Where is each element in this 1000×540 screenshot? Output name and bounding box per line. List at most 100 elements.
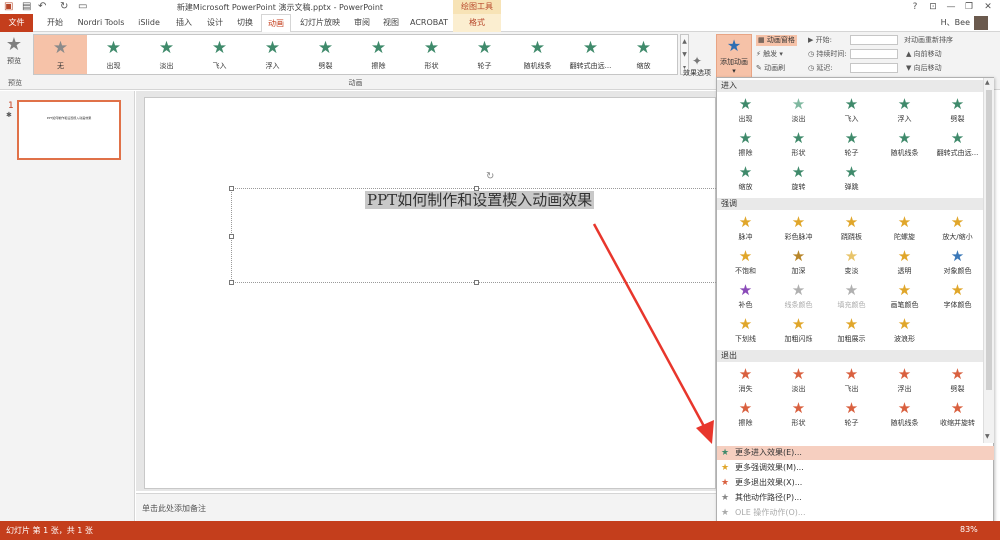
- effect-item[interactable]: ★ 波浪形: [878, 314, 931, 346]
- gallery-item[interactable]: ★ 轮子: [458, 35, 511, 74]
- effect-item[interactable]: ★ 陀螺旋: [878, 212, 931, 244]
- zoom-level[interactable]: 83%: [960, 525, 978, 534]
- effect-item[interactable]: ★ 下划线: [719, 314, 772, 346]
- scroll-up-icon[interactable]: ▲: [985, 79, 990, 86]
- gallery-item[interactable]: ★ 浮入: [246, 35, 299, 74]
- scrollbar-thumb[interactable]: [986, 90, 992, 390]
- user-account[interactable]: H、Bee: [941, 15, 988, 31]
- tab-view[interactable]: 视图: [378, 14, 404, 32]
- effect-item[interactable]: ★ 消失: [719, 364, 772, 396]
- effect-item[interactable]: ★ 旋转: [772, 162, 825, 194]
- tab-nordri-tools[interactable]: Nordri Tools: [73, 14, 129, 32]
- animation-pane-button[interactable]: ▦ 动画窗格: [756, 35, 797, 46]
- gallery-item[interactable]: ★ 出现: [87, 35, 140, 74]
- effect-item[interactable]: ★ 飞入: [825, 94, 878, 126]
- resize-handle[interactable]: [229, 186, 234, 191]
- tab-format[interactable]: 格式: [453, 14, 501, 32]
- ribbon-display-button[interactable]: ⊡: [925, 0, 941, 14]
- effect-item[interactable]: ★ 随机线条: [878, 398, 931, 430]
- tab-file[interactable]: 文件: [0, 14, 33, 32]
- effect-item[interactable]: ★ 脉冲: [719, 212, 772, 244]
- duration-input[interactable]: [850, 49, 898, 59]
- tab-transitions[interactable]: 切换: [231, 14, 259, 32]
- animation-painter-button[interactable]: ✎ 动画刷: [756, 63, 785, 74]
- add-animation-button[interactable]: ★ 添加动画 ▾: [716, 34, 752, 78]
- help-button[interactable]: ?: [907, 0, 923, 14]
- effect-item[interactable]: ★ 形状: [772, 398, 825, 430]
- more-effects-item[interactable]: ★ 其他动作路径(P)...: [717, 491, 994, 505]
- resize-handle[interactable]: [229, 234, 234, 239]
- more-effects-item[interactable]: ★ 更多进入效果(E)...: [717, 446, 994, 460]
- tab-animations[interactable]: 动画: [261, 14, 291, 33]
- effect-item[interactable]: ★ 翻转式由远...: [931, 128, 984, 160]
- effect-item[interactable]: ★ 出现: [719, 94, 772, 126]
- slide-thumbnail[interactable]: PPT如何制作和设置楔入动画效果: [17, 100, 121, 160]
- slide-title-text[interactable]: PPT如何制作和设置楔入动画效果: [365, 191, 595, 209]
- effect-item[interactable]: ★ 彩色脉冲: [772, 212, 825, 244]
- effect-item[interactable]: ★ 擦除: [719, 128, 772, 160]
- dropdown-scrollbar[interactable]: ▲ ▼: [983, 78, 994, 443]
- effect-item[interactable]: ★ 字体颜色: [931, 280, 984, 312]
- undo-icon[interactable]: ↶: [38, 1, 46, 13]
- effect-item[interactable]: ★ 飞出: [825, 364, 878, 396]
- effect-item[interactable]: ★ 收缩并旋转: [931, 398, 984, 430]
- effect-item[interactable]: ★ 劈裂: [931, 94, 984, 126]
- trigger-button[interactable]: ⚡ 触发 ▾: [756, 49, 783, 60]
- effect-item[interactable]: ★ 跷跷板: [825, 212, 878, 244]
- effect-item[interactable]: ★ 淡出: [772, 94, 825, 126]
- tab-islide[interactable]: iSlide: [132, 14, 166, 32]
- move-earlier-button[interactable]: ▲ 向前移动: [906, 49, 942, 60]
- title-textbox[interactable]: ↻ PPT如何制作和设置楔入动画效果: [229, 171, 722, 285]
- minimize-button[interactable]: —: [943, 0, 959, 14]
- effect-item[interactable]: ★ 画笔颜色: [878, 280, 931, 312]
- effect-item[interactable]: ★ 淡出: [772, 364, 825, 396]
- gallery-item[interactable]: ★ 形状: [405, 35, 458, 74]
- effect-item[interactable]: ★ 劈裂: [931, 364, 984, 396]
- tab-design[interactable]: 设计: [201, 14, 229, 32]
- gallery-item[interactable]: ★ 无: [34, 35, 87, 74]
- effect-item[interactable]: ★ 放大/缩小: [931, 212, 984, 244]
- effect-item[interactable]: ★ 变淡: [825, 246, 878, 278]
- effect-item[interactable]: ★ 浮入: [878, 94, 931, 126]
- scroll-down-icon[interactable]: ▼: [985, 433, 990, 440]
- effect-item[interactable]: ★ 补色: [719, 280, 772, 312]
- save-icon[interactable]: ▤: [22, 1, 31, 13]
- tab-home[interactable]: 开始: [40, 14, 70, 32]
- gallery-item[interactable]: ★ 翻转式由远...: [564, 35, 617, 74]
- tab-slideshow[interactable]: 幻灯片放映: [294, 14, 346, 32]
- effect-item[interactable]: ★ 擦除: [719, 398, 772, 430]
- effect-item[interactable]: ★ 弹跳: [825, 162, 878, 194]
- tab-review[interactable]: 审阅: [349, 14, 375, 32]
- rotate-handle-icon[interactable]: ↻: [486, 171, 494, 182]
- effect-item[interactable]: ★ 随机线条: [878, 128, 931, 160]
- effect-item[interactable]: ★ 轮子: [825, 398, 878, 430]
- more-effects-item[interactable]: ★ 更多强调效果(M)...: [717, 461, 994, 475]
- gallery-item[interactable]: ★ 缩放: [617, 35, 670, 74]
- gallery-item[interactable]: ★ 飞入: [193, 35, 246, 74]
- effect-item[interactable]: ★ 缩放: [719, 162, 772, 194]
- redo-icon[interactable]: ↻: [60, 1, 68, 13]
- effect-item[interactable]: ★ 对象颜色: [931, 246, 984, 278]
- tab-insert[interactable]: 插入: [170, 14, 198, 32]
- effect-item[interactable]: ★ 加粗展示: [825, 314, 878, 346]
- effect-item[interactable]: ★ 加深: [772, 246, 825, 278]
- gallery-item[interactable]: ★ 劈裂: [299, 35, 352, 74]
- effect-item[interactable]: ★ 浮出: [878, 364, 931, 396]
- notes-pane[interactable]: 单击此处添加备注: [136, 493, 716, 521]
- more-effects-item[interactable]: ★ 更多退出效果(X)...: [717, 476, 994, 490]
- tab-acrobat[interactable]: ACROBAT: [408, 14, 450, 32]
- move-later-button[interactable]: ▼ 向后移动: [906, 63, 942, 74]
- gallery-item[interactable]: ★ 随机线条: [511, 35, 564, 74]
- preview-button[interactable]: ★ 预览: [2, 34, 26, 78]
- effect-item[interactable]: ★ 透明: [878, 246, 931, 278]
- effect-item[interactable]: ★ 不饱和: [719, 246, 772, 278]
- gallery-item[interactable]: ★ 淡出: [140, 35, 193, 74]
- delay-input[interactable]: [850, 63, 898, 73]
- effect-item[interactable]: ★ 加粗闪烁: [772, 314, 825, 346]
- start-slideshow-icon[interactable]: ▭: [78, 1, 87, 13]
- start-select[interactable]: [850, 35, 898, 45]
- effect-item[interactable]: ★ 形状: [772, 128, 825, 160]
- close-button[interactable]: ✕: [980, 0, 996, 14]
- effect-item[interactable]: ★ 轮子: [825, 128, 878, 160]
- resize-handle[interactable]: [229, 280, 234, 285]
